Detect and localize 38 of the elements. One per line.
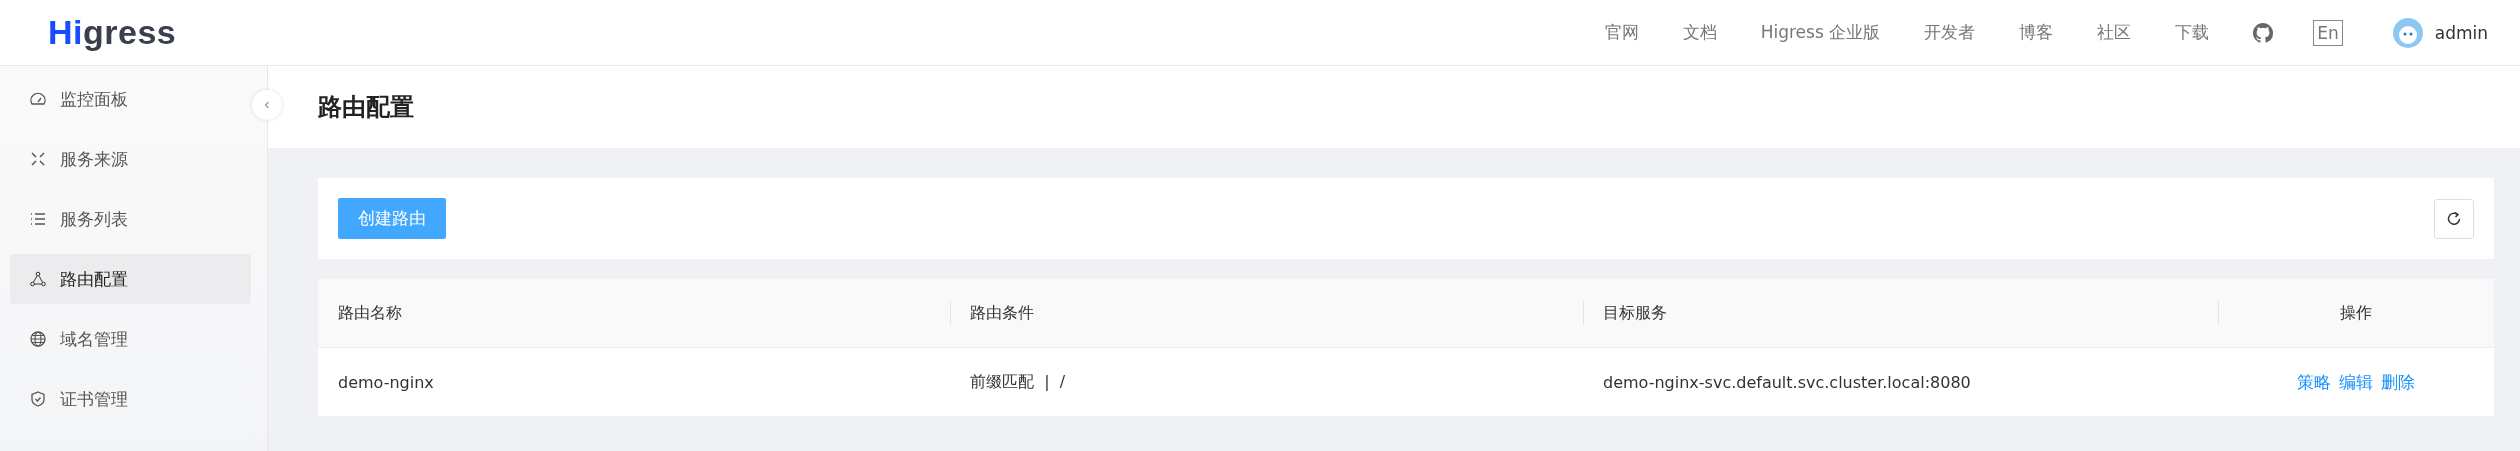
- refresh-button[interactable]: [2434, 198, 2474, 239]
- list-icon: [30, 211, 46, 227]
- nav-link[interactable]: 官网: [1604, 21, 1639, 44]
- nav-link[interactable]: 文档: [1682, 21, 1717, 44]
- column-header: 操作: [2340, 302, 2372, 324]
- user-name[interactable]: admin: [2434, 22, 2488, 43]
- create-route-button[interactable]: 创建路由: [338, 198, 446, 239]
- table-cell: demo-nginx: [338, 372, 434, 392]
- nav-link[interactable]: 开发者: [1924, 21, 1976, 44]
- column-header: 路由名称: [338, 302, 402, 324]
- sidebar-item[interactable]: 服务来源: [10, 134, 251, 184]
- gauge-icon: [30, 91, 46, 107]
- sidebar-item[interactable]: 路由配置: [10, 254, 251, 304]
- sidebar-item[interactable]: 服务列表: [10, 194, 251, 244]
- page-title: 路由配置: [318, 92, 414, 123]
- chevron-left-icon: [262, 100, 272, 110]
- sidebar-item[interactable]: 域名管理: [10, 314, 251, 364]
- action-link[interactable]: 编辑: [2339, 370, 2373, 394]
- nodes-icon: [30, 271, 46, 287]
- nav-link[interactable]: 社区: [2097, 21, 2132, 44]
- sidebar-item[interactable]: 监控面板: [10, 74, 251, 124]
- shield-icon: [30, 391, 46, 407]
- table-cell: demo-nginx-svc.default.svc.cluster.local:8080: [1603, 372, 1971, 392]
- language-button[interactable]: En: [2313, 19, 2343, 46]
- column-header: 路由条件: [970, 302, 1034, 324]
- nav-link[interactable]: 下载: [2175, 21, 2210, 44]
- sidebar-item[interactable]: 证书管理: [10, 374, 251, 424]
- nav-link[interactable]: Higress 企业版: [1760, 21, 1881, 44]
- nav-link[interactable]: 博客: [2019, 21, 2054, 44]
- github-icon[interactable]: [2253, 22, 2274, 43]
- arrows-icon: [30, 151, 46, 167]
- refresh-icon: [2446, 210, 2462, 227]
- action-link[interactable]: 删除: [2381, 370, 2415, 394]
- action-link[interactable]: 策略: [2297, 370, 2331, 394]
- globe-icon: [30, 331, 46, 347]
- logo[interactable]: Higress: [48, 13, 177, 52]
- table-cell: 前缀匹配 | /: [970, 371, 1066, 393]
- column-header: 目标服务: [1603, 302, 1667, 324]
